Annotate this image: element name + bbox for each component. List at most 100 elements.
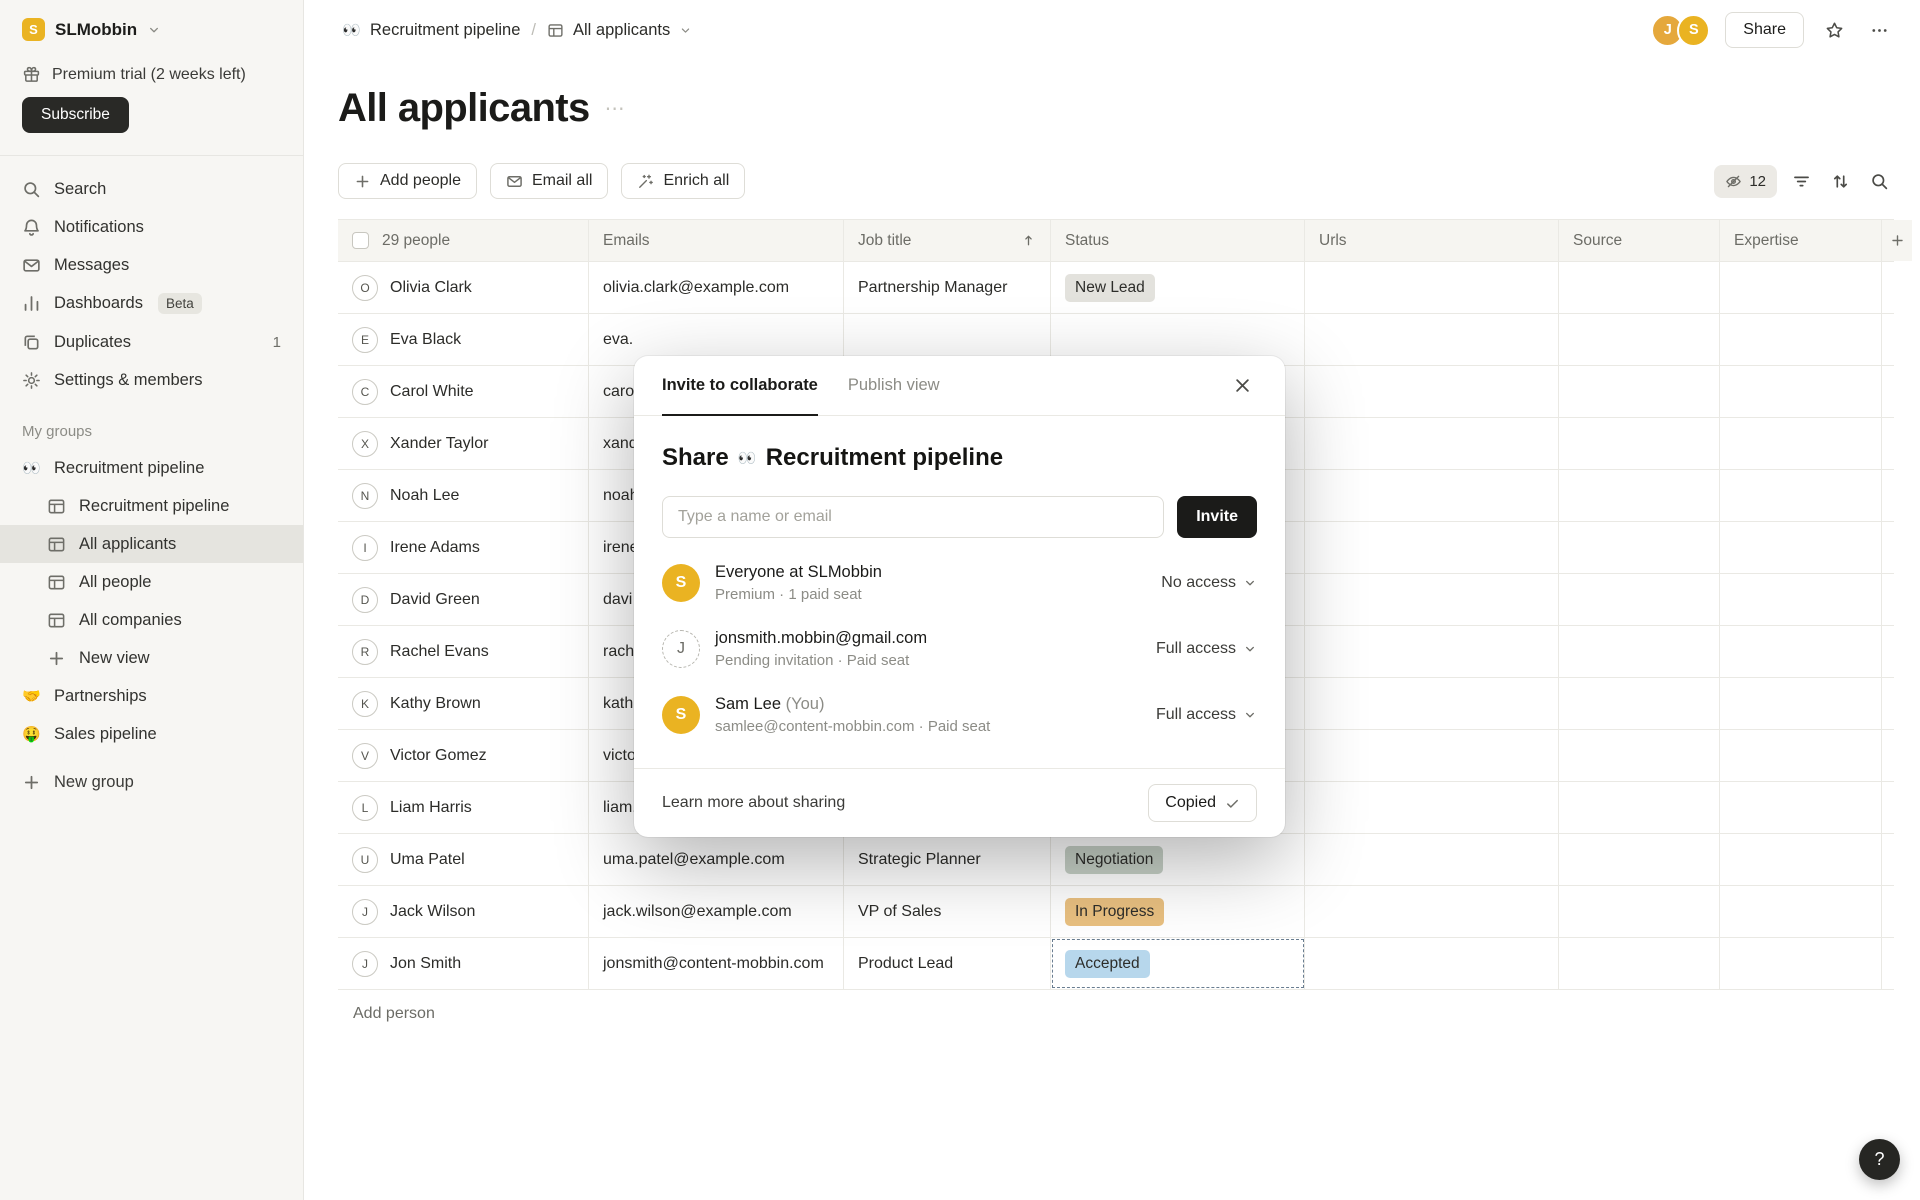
status-cell[interactable]: Accepted [1051, 938, 1305, 989]
hidden-fields-pill[interactable]: 12 [1714, 165, 1777, 198]
source-cell[interactable] [1559, 678, 1720, 729]
favorite-button[interactable] [1819, 15, 1849, 45]
add-people-button[interactable]: Add people [338, 163, 477, 199]
urls-cell[interactable] [1305, 470, 1559, 521]
copy-link-button[interactable]: Copied [1148, 784, 1257, 822]
column-header-source[interactable]: Source [1559, 220, 1720, 261]
name-cell[interactable]: CCarol White [338, 366, 589, 417]
expertise-cell[interactable] [1720, 418, 1882, 469]
sidebar-group-recruitment-pipeline[interactable]: 👀Recruitment pipeline [0, 449, 303, 487]
email-cell[interactable]: jonsmith@content-mobbin.com [589, 938, 844, 989]
workspace-switcher[interactable]: S SLMobbin [0, 0, 303, 55]
email-all-button[interactable]: Email all [490, 163, 608, 199]
name-cell[interactable]: XXander Taylor [338, 418, 589, 469]
urls-cell[interactable] [1305, 626, 1559, 677]
source-cell[interactable] [1559, 418, 1720, 469]
name-cell[interactable]: LLiam Harris [338, 782, 589, 833]
column-header-urls[interactable]: Urls [1305, 220, 1559, 261]
sort-button[interactable] [1825, 166, 1855, 196]
source-cell[interactable] [1559, 314, 1720, 365]
member-access-dropdown[interactable]: Full access [1156, 640, 1257, 658]
tab-publish-view[interactable]: Publish view [848, 356, 940, 415]
name-cell[interactable]: EEva Black [338, 314, 589, 365]
job-title-cell[interactable]: Strategic Planner [844, 834, 1051, 885]
search-table-button[interactable] [1864, 166, 1894, 196]
email-cell[interactable]: olivia.clark@example.com [589, 262, 844, 313]
source-cell[interactable] [1559, 366, 1720, 417]
urls-cell[interactable] [1305, 678, 1559, 729]
job-title-cell[interactable]: Product Lead [844, 938, 1051, 989]
name-cell[interactable]: JJack Wilson [338, 886, 589, 937]
email-cell[interactable]: jack.wilson@example.com [589, 886, 844, 937]
tab-invite-to-collaborate[interactable]: Invite to collaborate [662, 356, 818, 415]
sidebar-item-duplicates[interactable]: Duplicates1 [0, 323, 303, 361]
name-cell[interactable]: UUma Patel [338, 834, 589, 885]
name-cell[interactable]: JJon Smith [338, 938, 589, 989]
source-cell[interactable] [1559, 886, 1720, 937]
column-header-job-title[interactable]: Job title [844, 220, 1051, 261]
subscribe-button[interactable]: Subscribe [22, 97, 129, 133]
urls-cell[interactable] [1305, 522, 1559, 573]
status-cell[interactable]: New Lead [1051, 262, 1305, 313]
urls-cell[interactable] [1305, 730, 1559, 781]
sidebar-group-new-view[interactable]: New view [0, 639, 303, 677]
table-row[interactable]: JJon Smithjonsmith@content-mobbin.comPro… [338, 938, 1894, 990]
modal-close-button[interactable] [1227, 371, 1257, 401]
urls-cell[interactable] [1305, 418, 1559, 469]
sidebar-item-dashboards[interactable]: DashboardsBeta [0, 284, 303, 323]
expertise-cell[interactable] [1720, 522, 1882, 573]
user-avatar[interactable]: S [1677, 14, 1710, 47]
job-title-cell[interactable]: Partnership Manager [844, 262, 1051, 313]
job-title-cell[interactable]: VP of Sales [844, 886, 1051, 937]
expertise-cell[interactable] [1720, 782, 1882, 833]
source-cell[interactable] [1559, 522, 1720, 573]
sidebar-group-all-companies[interactable]: All companies [0, 601, 303, 639]
member-access-dropdown[interactable]: No access [1161, 574, 1257, 592]
column-header-emails[interactable]: Emails [589, 220, 844, 261]
enrich-all-button[interactable]: Enrich all [621, 163, 745, 199]
column-header-people[interactable]: 29 people [338, 220, 589, 261]
name-cell[interactable]: IIrene Adams [338, 522, 589, 573]
sidebar-group-recruitment-pipeline[interactable]: Recruitment pipeline [0, 487, 303, 525]
source-cell[interactable] [1559, 834, 1720, 885]
sidebar-item-settings-members[interactable]: Settings & members [0, 361, 303, 399]
expertise-cell[interactable] [1720, 834, 1882, 885]
urls-cell[interactable] [1305, 366, 1559, 417]
source-cell[interactable] [1559, 470, 1720, 521]
column-header-status[interactable]: Status [1051, 220, 1305, 261]
add-person-button[interactable]: Add person [338, 990, 1894, 1023]
title-menu-dots[interactable]: ⋯ [605, 96, 627, 121]
share-button[interactable]: Share [1725, 12, 1804, 48]
filter-button[interactable] [1786, 166, 1816, 196]
breadcrumb-item-all-applicants[interactable]: All applicants [547, 21, 692, 40]
sidebar-item-notifications[interactable]: Notifications [0, 208, 303, 246]
expertise-cell[interactable] [1720, 626, 1882, 677]
expertise-cell[interactable] [1720, 262, 1882, 313]
urls-cell[interactable] [1305, 834, 1559, 885]
urls-cell[interactable] [1305, 262, 1559, 313]
source-cell[interactable] [1559, 262, 1720, 313]
name-cell[interactable]: DDavid Green [338, 574, 589, 625]
urls-cell[interactable] [1305, 782, 1559, 833]
sidebar-group-all-applicants[interactable]: All applicants [0, 525, 303, 563]
sidebar-item-messages[interactable]: Messages [0, 246, 303, 284]
breadcrumb-item-recruitment-pipeline[interactable]: 👀Recruitment pipeline [342, 21, 520, 40]
expertise-cell[interactable] [1720, 314, 1882, 365]
urls-cell[interactable] [1305, 938, 1559, 989]
email-cell[interactable]: uma.patel@example.com [589, 834, 844, 885]
learn-more-link[interactable]: Learn more about sharing [662, 794, 845, 812]
expertise-cell[interactable] [1720, 938, 1882, 989]
new-group-button[interactable]: New group [0, 763, 303, 801]
help-button[interactable]: ? [1859, 1139, 1900, 1180]
expertise-cell[interactable] [1720, 574, 1882, 625]
sidebar-group-sales-pipeline[interactable]: 🤑Sales pipeline [0, 715, 303, 753]
source-cell[interactable] [1559, 626, 1720, 677]
name-cell[interactable]: NNoah Lee [338, 470, 589, 521]
column-header-expertise[interactable]: Expertise [1720, 220, 1882, 261]
source-cell[interactable] [1559, 574, 1720, 625]
expertise-cell[interactable] [1720, 886, 1882, 937]
sidebar-item-search[interactable]: Search [0, 170, 303, 208]
expertise-cell[interactable] [1720, 470, 1882, 521]
add-column-button[interactable] [1882, 220, 1912, 261]
source-cell[interactable] [1559, 938, 1720, 989]
